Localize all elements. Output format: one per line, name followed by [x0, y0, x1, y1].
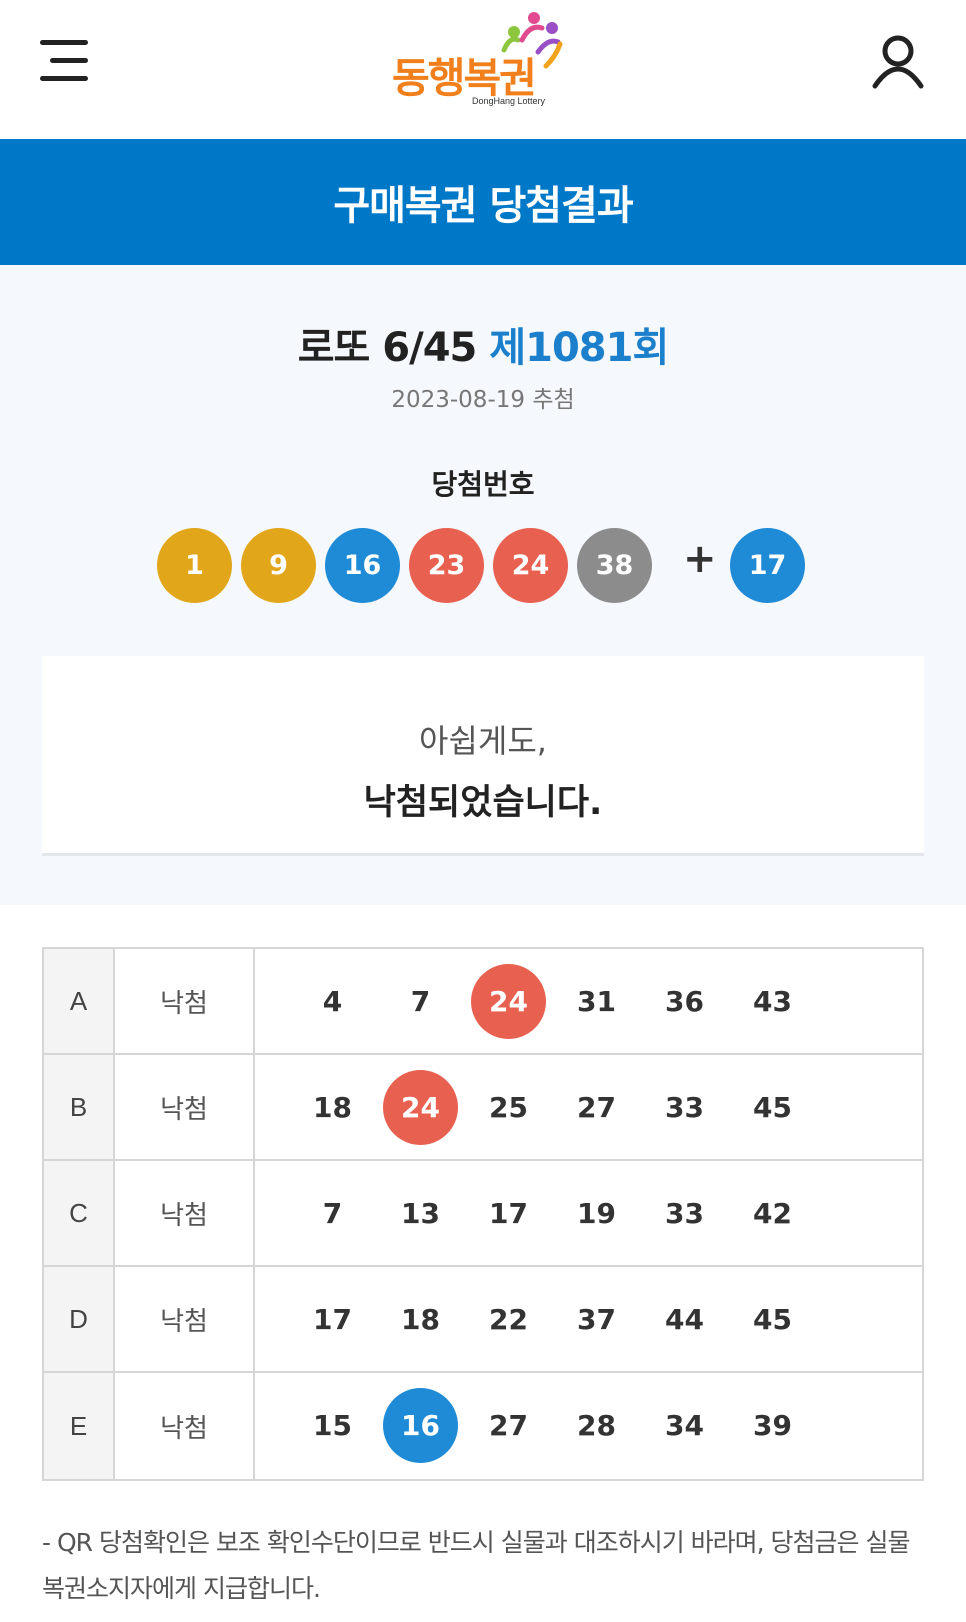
ticket-number: 4 [322, 985, 343, 1018]
ticket-number: 33 [665, 1197, 704, 1230]
row-letter: C [44, 1161, 115, 1265]
row-status: 낙첨 [115, 1267, 255, 1371]
ticket-number: 33 [665, 1091, 704, 1124]
ticket-number: 13 [401, 1197, 440, 1230]
winning-numbers: + 1 9 16 23 24 38 17 [0, 528, 966, 604]
user-icon[interactable] [872, 34, 930, 90]
ticket-number: 42 [753, 1197, 792, 1230]
ticket-number: 39 [753, 1409, 792, 1442]
ticket-number: 27 [489, 1409, 528, 1442]
table-row: A 낙첨 4 7 24 31 36 43 [44, 949, 922, 1055]
table-row: E 낙첨 15 16 27 28 34 39 [44, 1373, 922, 1479]
ticket-number: 43 [753, 985, 792, 1018]
ticket-number: 22 [489, 1303, 528, 1336]
row-status: 낙첨 [115, 1055, 255, 1159]
qr-disclaimer: - QR 당첨확인은 보조 확인수단이므로 반드시 실물과 대조하시기 바라며,… [42, 1528, 911, 1603]
result-notice-box: 아쉽게도, 낙첨되었습니다. [42, 656, 924, 856]
row-status: 낙첨 [115, 1161, 255, 1265]
page-title: 구매복권 당첨결과 [333, 183, 633, 229]
ticket-number: 7 [322, 1197, 343, 1230]
winning-ball: 1 [157, 528, 232, 603]
hamburger-menu-icon[interactable] [40, 38, 92, 84]
ticket-number: 15 [313, 1409, 352, 1442]
notice-line-1: 아쉽게도, [419, 722, 547, 760]
matched-number: 24 [383, 1070, 458, 1145]
ticket-result-table: A 낙첨 4 7 24 31 36 43 B 낙첨 18 24 25 27 33 45 C 낙첨 7 13 17 19 33… [42, 947, 924, 1481]
round-number: 제1081회 [489, 325, 669, 371]
winning-ball: 9 [241, 528, 316, 603]
matched-number: 16 [383, 1388, 458, 1463]
logo-text: 동행복권 [392, 54, 537, 102]
bonus-ball: 17 [730, 528, 805, 603]
winning-ball: 24 [493, 528, 568, 603]
ticket-number: 17 [489, 1197, 528, 1230]
row-letter: D [44, 1267, 115, 1371]
ticket-number: 25 [489, 1091, 528, 1124]
ticket-number: 17 [313, 1303, 352, 1336]
donghang-lottery-logo[interactable]: 동행복권 DongHang Lottery [388, 10, 588, 115]
ticket-number: 37 [577, 1303, 616, 1336]
row-letter: E [44, 1373, 115, 1479]
row-status: 낙첨 [115, 949, 255, 1053]
winning-ball: 23 [409, 528, 484, 603]
round-title: 로또 6/45 제1081회 [0, 315, 966, 373]
ticket-number: 27 [577, 1091, 616, 1124]
row-status: 낙첨 [115, 1373, 255, 1479]
ticket-number: 45 [753, 1091, 792, 1124]
table-row: C 낙첨 7 13 17 19 33 42 [44, 1161, 922, 1267]
winning-numbers-label: 당첨번호 [431, 468, 535, 501]
logo-subtitle: DongHang Lottery [472, 96, 546, 106]
ticket-number: 45 [753, 1303, 792, 1336]
page-title-bar: 구매복권 당첨결과 [0, 139, 966, 265]
ticket-number: 36 [665, 985, 704, 1018]
draw-date: 2023-08-19 추첨 [391, 387, 575, 413]
row-letter: A [44, 949, 115, 1053]
ticket-number: 34 [665, 1409, 704, 1442]
ticket-number: 18 [401, 1303, 440, 1336]
ticket-number: 28 [577, 1409, 616, 1442]
ticket-number: 19 [577, 1197, 616, 1230]
notice-line-2: 낙첨되었습니다. [363, 783, 603, 823]
ticket-number: 31 [577, 985, 616, 1018]
game-name: 로또 6/45 [297, 325, 478, 371]
ticket-number: 44 [665, 1303, 704, 1336]
row-letter: B [44, 1055, 115, 1159]
table-row: B 낙첨 18 24 25 27 33 45 [44, 1055, 922, 1161]
winning-ball: 16 [325, 528, 400, 603]
winning-ball: 38 [577, 528, 652, 603]
bonus-plus-sign: + [683, 536, 717, 582]
table-row: D 낙첨 17 18 22 37 44 45 [44, 1267, 922, 1373]
ticket-number: 18 [313, 1091, 352, 1124]
matched-number: 24 [471, 964, 546, 1039]
top-header: 동행복권 DongHang Lottery [0, 0, 966, 139]
ticket-number: 7 [410, 985, 431, 1018]
draw-result-section: 로또 6/45 제1081회 2023-08-19 추첨 당첨번호 + 1 9 16… [0, 265, 966, 905]
